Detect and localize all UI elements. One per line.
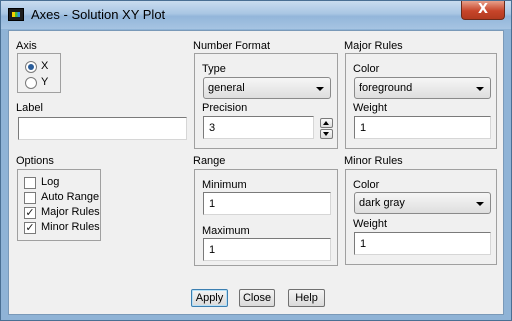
major-rules-checkbox[interactable]: ✓ bbox=[24, 207, 36, 219]
label-heading: Label bbox=[16, 102, 43, 114]
major-rules-heading: Major Rules bbox=[344, 40, 403, 52]
log-label: Log bbox=[41, 176, 60, 188]
axis-x-label: X bbox=[41, 60, 49, 72]
apply-button[interactable]: Apply bbox=[191, 289, 228, 307]
window-title: Axes - Solution XY Plot bbox=[31, 7, 166, 22]
number-format-group: Type general Precision 3 bbox=[194, 53, 338, 149]
major-rules-label: Major Rules bbox=[41, 206, 100, 218]
chevron-down-icon bbox=[476, 87, 484, 91]
options-group: Log Auto Range ✓ Major Rules ✓ Minor Rul… bbox=[17, 169, 101, 241]
axis-y-radio[interactable] bbox=[25, 77, 37, 89]
log-checkbox[interactable] bbox=[24, 177, 36, 189]
chevron-down-icon bbox=[476, 202, 484, 206]
auto-range-checkbox[interactable] bbox=[24, 192, 36, 204]
major-rules-group: Color foreground Weight 1 bbox=[345, 53, 497, 149]
major-color-select[interactable]: foreground bbox=[354, 77, 491, 99]
minor-color-label: Color bbox=[353, 179, 380, 191]
auto-range-label: Auto Range bbox=[41, 191, 100, 203]
maximum-input[interactable]: 1 bbox=[203, 238, 331, 261]
major-weight-input[interactable]: 1 bbox=[354, 116, 491, 139]
major-weight-label: Weight bbox=[353, 102, 388, 114]
axis-group: X Y bbox=[17, 53, 61, 93]
precision-decrement-icon[interactable] bbox=[320, 129, 333, 139]
minor-weight-input[interactable]: 1 bbox=[354, 232, 491, 255]
precision-input[interactable]: 3 bbox=[203, 116, 314, 139]
close-button[interactable]: Close bbox=[239, 289, 275, 307]
chevron-down-icon bbox=[316, 87, 324, 91]
dialog-body: Axis X Y Label Options Log Auto Range ✓ … bbox=[8, 30, 504, 315]
axis-heading: Axis bbox=[16, 40, 37, 52]
range-group: Minimum 1 Maximum 1 bbox=[194, 169, 338, 266]
close-window-button[interactable]: X bbox=[461, 1, 505, 20]
help-button[interactable]: Help bbox=[288, 289, 325, 307]
type-select[interactable]: general bbox=[203, 77, 331, 99]
maximum-label: Maximum bbox=[202, 225, 250, 237]
type-label: Type bbox=[202, 63, 226, 75]
minor-weight-label: Weight bbox=[353, 218, 388, 230]
minor-color-select[interactable]: dark gray bbox=[354, 192, 491, 214]
app-logo-icon bbox=[8, 8, 24, 21]
options-heading: Options bbox=[16, 155, 54, 167]
minor-rules-group: Color dark gray Weight 1 bbox=[345, 169, 497, 265]
minimum-input[interactable]: 1 bbox=[203, 192, 331, 215]
minor-rules-heading: Minor Rules bbox=[344, 155, 403, 167]
number-format-heading: Number Format bbox=[193, 40, 271, 52]
title-bar[interactable]: Axes - Solution XY Plot X bbox=[1, 1, 511, 29]
major-color-value: foreground bbox=[359, 82, 413, 94]
range-heading: Range bbox=[193, 155, 226, 167]
precision-label: Precision bbox=[202, 102, 248, 114]
minor-rules-checkbox[interactable]: ✓ bbox=[24, 222, 36, 234]
type-select-value: general bbox=[208, 82, 245, 94]
minor-rules-label: Minor Rules bbox=[41, 221, 100, 233]
major-color-label: Color bbox=[353, 63, 380, 75]
minor-color-value: dark gray bbox=[359, 197, 405, 209]
precision-increment-icon[interactable] bbox=[320, 118, 333, 128]
axis-x-radio[interactable] bbox=[25, 61, 37, 73]
axis-y-label: Y bbox=[41, 76, 49, 88]
dialog-window: Axes - Solution XY Plot X Axis X Y Label… bbox=[0, 0, 512, 321]
label-input[interactable] bbox=[18, 117, 187, 140]
minimum-label: Minimum bbox=[202, 179, 247, 191]
